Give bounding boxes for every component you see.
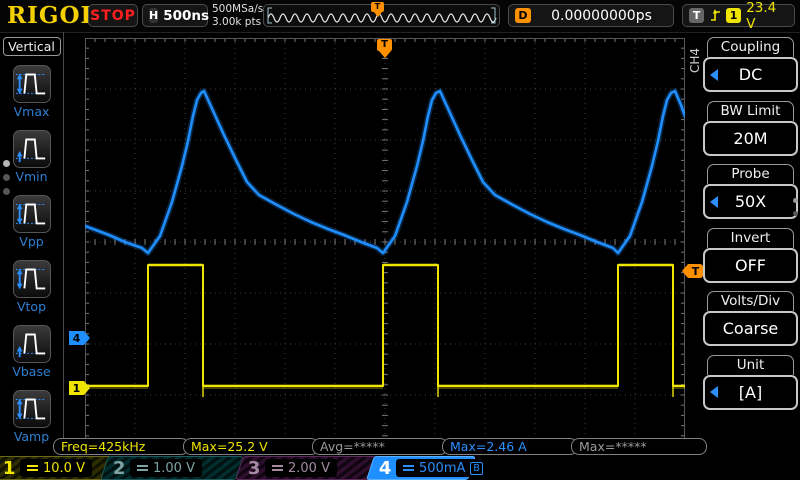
channel-scale: 2.00 V	[288, 461, 330, 476]
measurement-freq: Freq=425kHz	[53, 438, 189, 455]
menu-item-value: [A]	[739, 383, 762, 402]
trigger-level-value: 23.4 V	[746, 0, 788, 32]
acquisition-info: 500MSa/s 3.00k pts	[212, 3, 263, 29]
menu-item-label: Probe	[707, 164, 794, 184]
channel-tab-4[interactable]: 4 500mA B	[366, 456, 476, 480]
measure-item-label: Vamp	[14, 429, 49, 444]
menu-item-label: Coupling	[707, 37, 794, 57]
measurement-imax: Max=2.46 A	[442, 438, 578, 455]
measurement-avg: Avg=*****	[312, 438, 448, 455]
menu-item-invert[interactable]: Invert OFF	[703, 228, 798, 283]
measurement-vmax: Max=25.2 V	[183, 438, 319, 455]
oscilloscope-screen: RIGOL STOP H 500ns 500MSa/s 3.00k pts T …	[0, 0, 800, 480]
measure-item-vpp[interactable]: Vpp	[0, 195, 63, 249]
sample-rate: 500MSa/s	[212, 3, 263, 16]
waveform-display	[85, 38, 685, 446]
ch1-reference-marker[interactable]: 1	[69, 381, 84, 395]
menu-item-label: BW Limit	[707, 101, 794, 121]
channel-scale: 1.00 V	[153, 461, 195, 476]
measurement-empty: Max=*****	[571, 438, 707, 455]
run-state-label: STOP	[90, 8, 136, 24]
trigger-source-badge: 1	[726, 8, 741, 23]
ch4-reference-marker[interactable]: 4	[69, 331, 84, 345]
menu-item-value: 50X	[735, 192, 766, 211]
channel-menu: Coupling DC BW Limit 20M Probe 50X Inver…	[703, 37, 798, 418]
channel-number: 4	[379, 458, 392, 479]
menu-item-value: OFF	[735, 256, 766, 275]
vbase-icon	[13, 325, 51, 363]
measure-menu-title: Vertical	[3, 37, 61, 56]
dc-coupling-icon	[137, 465, 148, 471]
delay-value: 0.00000000ps	[536, 8, 667, 24]
trigger-level-marker[interactable]: T	[688, 264, 703, 278]
measure-item-vbase[interactable]: Vbase	[0, 325, 63, 379]
bw-limit-badge: B	[470, 462, 483, 475]
measure-menu: Vertical Vmax Vmin Vpp	[0, 32, 64, 455]
horizontal-icon: H	[149, 8, 158, 23]
channel-scale: 10.0 V	[43, 461, 85, 476]
menu-item-label: Unit	[707, 355, 794, 375]
vpp-icon	[13, 195, 51, 233]
vtop-icon	[13, 260, 51, 298]
trigger-icon: T	[689, 8, 704, 23]
selector-arrow-icon	[710, 69, 718, 81]
selector-arrow-icon	[710, 196, 718, 208]
delay-icon: D	[515, 8, 531, 23]
menu-item-unit[interactable]: Unit [A]	[703, 355, 798, 410]
menu-channel-tab: CH4	[688, 48, 702, 73]
measure-item-label: Vbase	[12, 364, 50, 379]
channel-tab-3[interactable]: 3 2.00 V	[235, 456, 379, 480]
measure-item-vtop[interactable]: Vtop	[0, 260, 63, 314]
vmin-icon	[13, 130, 51, 168]
rising-edge-icon	[709, 8, 721, 23]
trigger-position-marker[interactable]: T	[377, 39, 392, 51]
selector-arrow-icon	[710, 386, 718, 398]
measure-item-label: Vpp	[19, 234, 43, 249]
vmax-icon	[13, 65, 51, 103]
menu-item-value: 20M	[733, 129, 767, 148]
timebase-value: 500ns	[163, 8, 209, 24]
measure-item-vamp[interactable]: Vamp	[0, 390, 63, 444]
menu-item-probe[interactable]: Probe 50X	[703, 164, 798, 219]
channel-tab-2[interactable]: 2 1.00 V	[100, 456, 244, 480]
memory-depth: 3.00k pts	[212, 16, 263, 29]
memory-trigger-marker: T	[371, 2, 384, 12]
brand-logo: RIGOL	[7, 2, 98, 29]
run-state-indicator[interactable]: STOP	[88, 4, 138, 27]
dc-coupling-icon	[403, 465, 414, 471]
menu-item-coupling[interactable]: Coupling DC	[703, 37, 798, 92]
menu-item-label: Invert	[707, 228, 794, 248]
channel-number: 3	[248, 458, 261, 479]
menu-item-value: DC	[739, 65, 763, 84]
measure-item-vmax[interactable]: Vmax	[0, 65, 63, 119]
menu-item-value: Coarse	[723, 319, 779, 338]
trigger-status-box[interactable]: T 1 23.4 V	[682, 4, 795, 27]
menu-item-bw-limit[interactable]: BW Limit 20M	[703, 101, 798, 156]
channel-status-bar: 1 10.0 V 2 1.00 V 3 2.00 V 4 500mA B	[0, 455, 800, 480]
channel-tab-1[interactable]: 1 10.0 V	[0, 456, 112, 480]
measure-item-label: Vmin	[15, 169, 47, 184]
top-status-bar: RIGOL STOP H 500ns 500MSa/s 3.00k pts T …	[0, 0, 800, 33]
vamp-icon	[13, 390, 51, 428]
channel-number: 2	[113, 458, 126, 479]
channel-number: 1	[3, 458, 16, 479]
dc-coupling-icon	[27, 465, 38, 471]
delay-box[interactable]: D 0.00000000ps	[508, 4, 674, 27]
channel-scale: 500mA	[419, 461, 465, 476]
menu-item-volts-div[interactable]: Volts/Div Coarse	[703, 291, 798, 346]
menu-item-label: Volts/Div	[707, 291, 794, 311]
dc-coupling-icon	[272, 465, 283, 471]
measure-item-label: Vmax	[14, 104, 50, 119]
left-menu-page-dots	[3, 160, 10, 195]
horizontal-timebase-box[interactable]: H 500ns	[142, 4, 208, 27]
right-menu-page-dots	[793, 198, 798, 216]
measure-item-label: Vtop	[17, 299, 46, 314]
